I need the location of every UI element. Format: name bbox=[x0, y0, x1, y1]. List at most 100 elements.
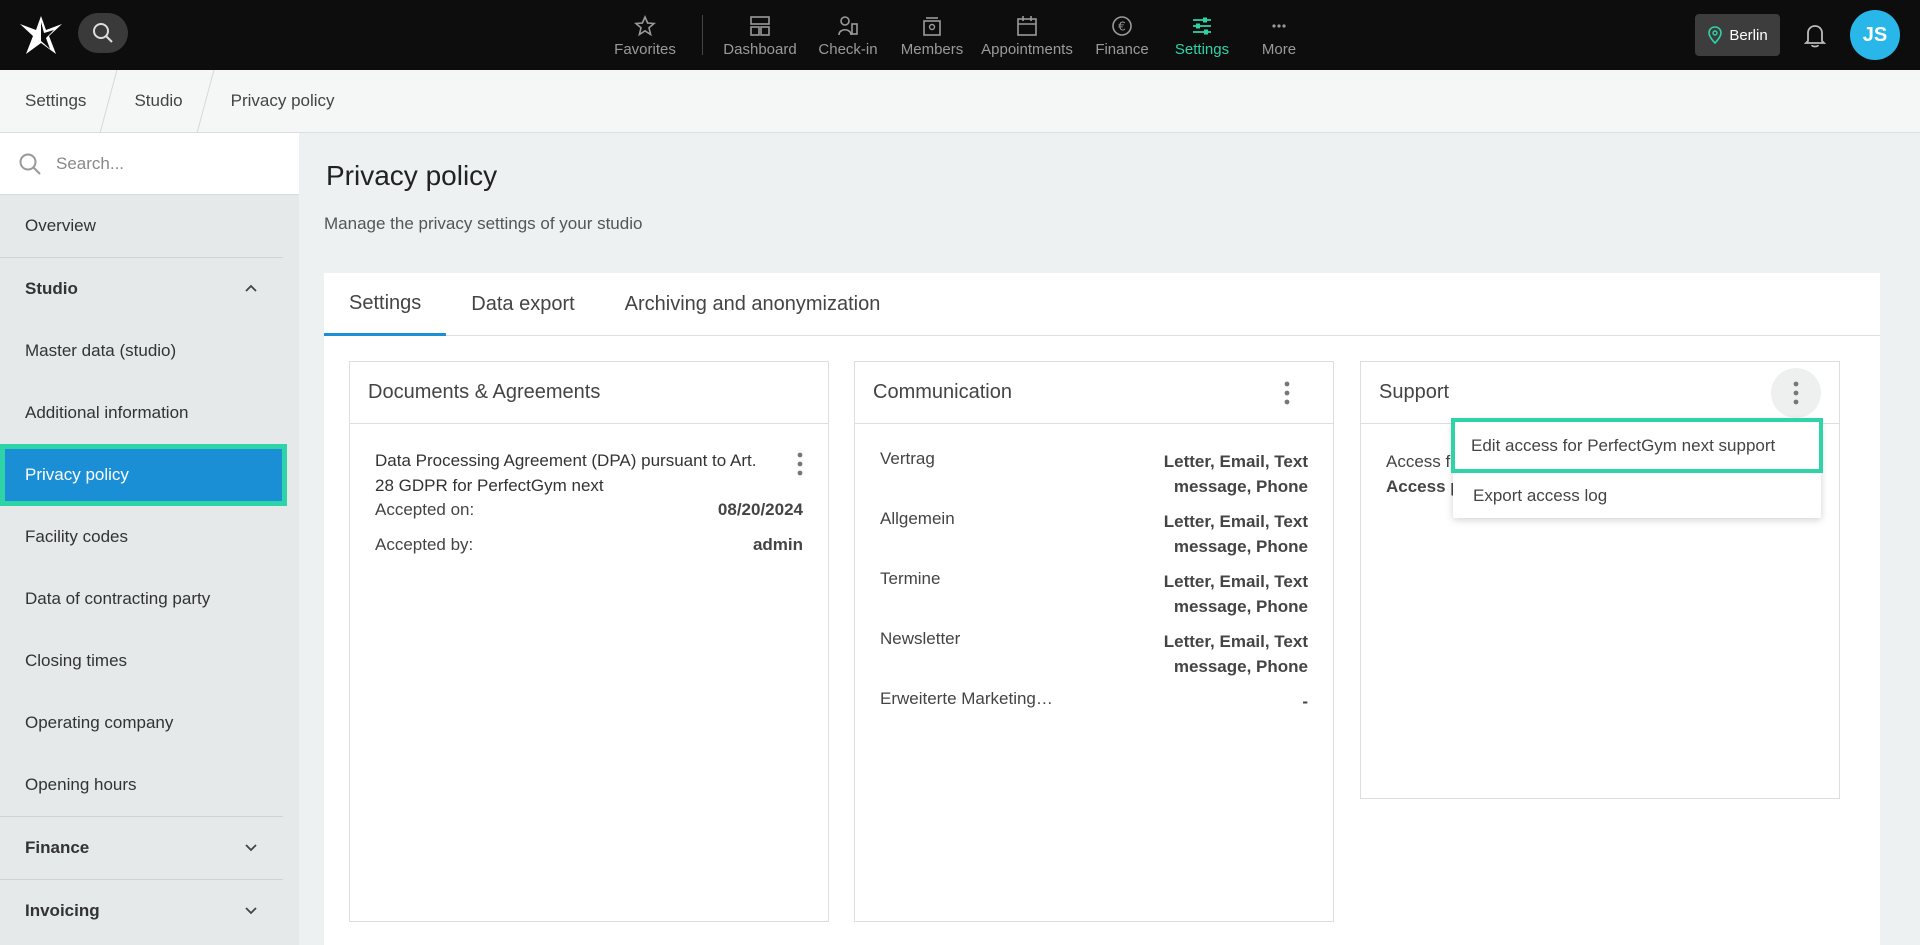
members-icon bbox=[923, 16, 941, 36]
sidebar-section-label: Invoicing bbox=[25, 901, 100, 920]
chevron-down-icon bbox=[245, 844, 257, 852]
sidebar-item-label: Closing times bbox=[25, 651, 128, 670]
menu-item-export-access-log[interactable]: Export access log bbox=[1453, 473, 1821, 518]
nav-appointments-label: Appointments bbox=[981, 40, 1073, 58]
sidebar-item-closing-times[interactable]: Closing times bbox=[0, 630, 299, 692]
nav-appointments[interactable]: Appointments bbox=[973, 0, 1081, 70]
nav-dashboard-label: Dashboard bbox=[723, 40, 797, 58]
sidebar-item-label: Overview bbox=[25, 216, 96, 235]
dashboard-icon bbox=[750, 15, 770, 36]
accepted-on-value: 08/20/2024 bbox=[717, 500, 803, 519]
accepted-on-row: Accepted on: 08/20/2024 bbox=[375, 500, 803, 533]
sidebar-item-data-of-contracting-party[interactable]: Data of contracting party bbox=[0, 568, 299, 630]
tab-settings[interactable]: Settings bbox=[324, 273, 447, 336]
document-options-button[interactable] bbox=[780, 444, 820, 484]
communication-row-vertrag: Vertrag Letter, Email, Text message, Pho… bbox=[880, 449, 1308, 499]
kebab-menu-icon bbox=[1793, 381, 1799, 405]
star-icon bbox=[634, 14, 656, 36]
tab-bar: Settings Data export Archiving and anony… bbox=[324, 273, 1880, 336]
sidebar-item-privacy-policy[interactable]: Privacy policy bbox=[0, 444, 287, 506]
tab-label: Settings bbox=[349, 291, 422, 314]
page-subtitle: Manage the privacy settings of your stud… bbox=[324, 214, 643, 233]
communication-value: Letter, Email, Text message, Phone bbox=[1163, 452, 1308, 496]
breadcrumb-studio-label: Studio bbox=[134, 91, 183, 110]
accepted-by-row: Accepted by: admin bbox=[375, 535, 803, 568]
sidebar-item-label: Facility codes bbox=[25, 527, 128, 546]
card-title: Documents & Agreements bbox=[368, 381, 601, 403]
breadcrumb: Settings Studio Privacy policy bbox=[0, 69, 1920, 133]
nav-finance[interactable]: € Finance bbox=[1081, 0, 1163, 70]
sidebar-section-finance[interactable]: Finance bbox=[0, 817, 299, 879]
communication-options-button[interactable] bbox=[1267, 373, 1307, 413]
communication-value: Letter, Email, Text message, Phone bbox=[1163, 512, 1308, 556]
communication-value: - bbox=[1302, 692, 1308, 711]
communication-list: Vertrag Letter, Email, Text message, Pho… bbox=[855, 424, 1333, 714]
sidebar-search-input[interactable] bbox=[56, 153, 276, 174]
documents-agreements-card: Documents & Agreements Data Processing A… bbox=[349, 361, 829, 922]
notifications-bell-icon[interactable] bbox=[1800, 20, 1830, 50]
breadcrumb-settings[interactable]: Settings bbox=[0, 70, 108, 133]
top-navigation-bar: Favorites Dashboard Check-in Members App… bbox=[0, 0, 1920, 70]
communication-value: Letter, Email, Text message, Phone bbox=[1163, 572, 1308, 616]
accepted-by-label: Accepted by: bbox=[375, 535, 474, 554]
support-options-button[interactable] bbox=[1771, 368, 1821, 418]
sidebar-item-overview[interactable]: Overview bbox=[0, 195, 299, 257]
search-icon bbox=[19, 153, 41, 175]
sidebar-item-label: Operating company bbox=[25, 713, 174, 732]
sidebar-section-invoicing[interactable]: Invoicing bbox=[0, 880, 299, 942]
check-in-icon bbox=[838, 15, 858, 35]
sidebar-item-label: Opening hours bbox=[25, 775, 137, 794]
nav-more[interactable]: More bbox=[1241, 0, 1317, 70]
global-search-button[interactable] bbox=[78, 13, 128, 53]
document-item: Data Processing Agreement (DPA) pursuant… bbox=[350, 424, 828, 568]
communication-value: Letter, Email, Text message, Phone bbox=[1163, 632, 1308, 676]
sidebar-item-opening-hours[interactable]: Opening hours bbox=[0, 754, 299, 816]
content-panel: Settings Data export Archiving and anony… bbox=[324, 273, 1880, 945]
breadcrumb-settings-label: Settings bbox=[25, 91, 87, 110]
nav-favorites[interactable]: Favorites bbox=[600, 0, 690, 70]
accepted-on-label: Accepted on: bbox=[375, 500, 475, 519]
sidebar-item-operating-company[interactable]: Operating company bbox=[0, 692, 299, 754]
app-logo-icon[interactable] bbox=[18, 14, 64, 56]
menu-item-label: Edit access for PerfectGym next support bbox=[1471, 435, 1776, 455]
support-options-menu: Edit access for PerfectGym next support … bbox=[1451, 418, 1823, 518]
chevron-up-icon bbox=[245, 284, 257, 292]
sidebar-item-facility-codes[interactable]: Facility codes bbox=[0, 506, 299, 568]
location-label: Berlin bbox=[1729, 26, 1768, 44]
communication-key: Erweiterte Marketing… bbox=[880, 689, 1053, 708]
breadcrumb-privacy-policy: Privacy policy bbox=[206, 70, 357, 133]
user-avatar[interactable]: JS bbox=[1850, 10, 1900, 60]
communication-key: Allgemein bbox=[880, 509, 955, 528]
nav-settings-label: Settings bbox=[1174, 40, 1230, 58]
sidebar-item-master-data[interactable]: Master data (studio) bbox=[0, 320, 299, 382]
breadcrumb-privacy-policy-label: Privacy policy bbox=[230, 91, 335, 110]
nav-dashboard[interactable]: Dashboard bbox=[715, 0, 805, 70]
location-pin-icon bbox=[1708, 26, 1723, 44]
nav-check-in-label: Check-in bbox=[818, 40, 878, 58]
sidebar-item-additional-information[interactable]: Additional information bbox=[0, 382, 299, 444]
sliders-icon bbox=[1193, 17, 1211, 34]
more-icon bbox=[1272, 23, 1286, 28]
location-selector[interactable]: Berlin bbox=[1695, 14, 1780, 56]
nav-finance-label: Finance bbox=[1095, 40, 1149, 58]
nav-favorites-label: Favorites bbox=[614, 40, 676, 58]
nav-members[interactable]: Members bbox=[891, 0, 973, 70]
breadcrumb-studio[interactable]: Studio bbox=[109, 70, 204, 133]
communication-card: Communication Vertrag Letter, Email, Tex… bbox=[854, 361, 1334, 922]
sidebar-item-label: Privacy policy bbox=[25, 465, 129, 484]
tab-data-export[interactable]: Data export bbox=[446, 273, 599, 336]
sidebar-search bbox=[0, 133, 299, 195]
accepted-by-value: admin bbox=[752, 535, 803, 554]
card-title: Communication bbox=[873, 381, 1012, 403]
nav-more-label: More bbox=[1261, 40, 1297, 58]
sidebar-section-studio[interactable]: Studio bbox=[0, 258, 299, 320]
nav-settings[interactable]: Settings bbox=[1163, 0, 1241, 70]
svg-text:€: € bbox=[1118, 19, 1126, 33]
tab-label: Archiving and anonymization bbox=[624, 293, 881, 315]
page-title: Privacy policy bbox=[326, 160, 498, 191]
card-title: Support bbox=[1379, 381, 1450, 403]
nav-check-in[interactable]: Check-in bbox=[805, 0, 891, 70]
tab-archiving-anonymization[interactable]: Archiving and anonymization bbox=[600, 273, 906, 336]
settings-sidebar: Overview Studio Master data (studio) Add… bbox=[0, 133, 299, 945]
menu-item-edit-access[interactable]: Edit access for PerfectGym next support bbox=[1451, 418, 1823, 473]
